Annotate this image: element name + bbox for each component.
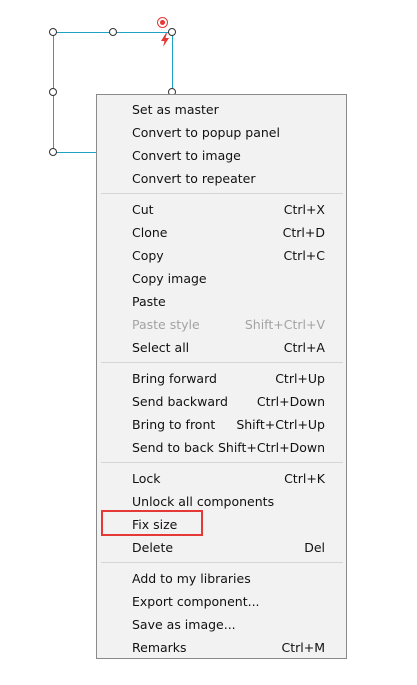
- menu-item-set-as-master[interactable]: Set as master: [97, 98, 346, 121]
- menu-item-label: Bring forward: [132, 371, 217, 386]
- menu-item-convert-to-popup-panel[interactable]: Convert to popup panel: [97, 121, 346, 144]
- menu-item-add-to-my-libraries[interactable]: Add to my libraries: [97, 567, 346, 590]
- menu-item-label: Select all: [132, 340, 190, 355]
- rotate-icon[interactable]: [157, 17, 168, 28]
- menu-item-label: Paste: [132, 294, 166, 309]
- menu-item-label: Convert to popup panel: [132, 125, 280, 140]
- menu-item-remarks[interactable]: Remarks Ctrl+M: [97, 636, 346, 659]
- menu-item-label: Delete: [132, 540, 174, 555]
- design-canvas[interactable]: Set as master Convert to popup panel Conve…: [0, 0, 417, 685]
- menu-item-label: Cut: [132, 202, 154, 217]
- menu-item-label: Add to my libraries: [132, 571, 251, 586]
- menu-item-clone[interactable]: Clone Ctrl+D: [97, 221, 346, 244]
- menu-item-shortcut: Ctrl+A: [283, 340, 325, 355]
- menu-separator: [101, 193, 343, 194]
- menu-item-shortcut: Ctrl+M: [281, 640, 326, 655]
- menu-item-paste[interactable]: Paste: [97, 290, 346, 313]
- menu-item-label: Bring to front: [132, 417, 216, 432]
- menu-item-shortcut: Ctrl+D: [282, 225, 325, 240]
- menu-item-label: Copy image: [132, 271, 207, 286]
- menu-item-label: Lock: [132, 471, 161, 486]
- fix-size-highlight-box: [101, 510, 203, 536]
- menu-item-label: Remarks: [132, 640, 187, 655]
- menu-item-convert-to-repeater[interactable]: Convert to repeater: [97, 167, 346, 190]
- menu-item-label: Copy: [132, 248, 164, 263]
- menu-item-label: Clone: [132, 225, 168, 240]
- menu-item-label: Send to back: [132, 440, 214, 455]
- menu-item-label: Save as image...: [132, 617, 236, 632]
- menu-item-shortcut: Ctrl+C: [283, 248, 325, 263]
- menu-item-copy-image[interactable]: Copy image: [97, 267, 346, 290]
- menu-item-copy[interactable]: Copy Ctrl+C: [97, 244, 346, 267]
- menu-item-cut[interactable]: Cut Ctrl+X: [97, 198, 346, 221]
- menu-separator: [101, 462, 343, 463]
- menu-item-shortcut: Del: [304, 540, 325, 555]
- menu-item-label: Paste style: [132, 317, 200, 332]
- menu-item-shortcut: Shift+Ctrl+Up: [236, 417, 325, 432]
- menu-item-convert-to-image[interactable]: Convert to image: [97, 144, 346, 167]
- resize-handle-middle-left[interactable]: [49, 88, 57, 96]
- menu-item-label: Convert to image: [132, 148, 241, 163]
- selection-frame-right: [172, 32, 173, 94]
- menu-item-lock[interactable]: Lock Ctrl+K: [97, 467, 346, 490]
- resize-handle-top-left[interactable]: [49, 28, 57, 36]
- context-menu: Set as master Convert to popup panel Conve…: [96, 94, 347, 659]
- menu-item-label: Send backward: [132, 394, 228, 409]
- menu-item-save-as-image[interactable]: Save as image...: [97, 613, 346, 636]
- menu-item-label: Export component...: [132, 594, 260, 609]
- menu-item-label: Set as master: [132, 102, 219, 117]
- menu-item-send-to-back[interactable]: Send to back Shift+Ctrl+Down: [97, 436, 346, 459]
- menu-item-paste-style: Paste style Shift+Ctrl+V: [97, 313, 346, 336]
- selection-frame-bottom: [53, 152, 97, 153]
- menu-item-bring-forward[interactable]: Bring forward Ctrl+Up: [97, 367, 346, 390]
- menu-item-shortcut: Ctrl+Up: [275, 371, 325, 386]
- menu-item-shortcut: Shift+Ctrl+V: [244, 317, 325, 332]
- resize-handle-top-middle[interactable]: [109, 28, 117, 36]
- menu-item-shortcut: Ctrl+Down: [256, 394, 325, 409]
- menu-item-shortcut: Ctrl+X: [283, 202, 325, 217]
- menu-item-delete[interactable]: Delete Del: [97, 536, 346, 559]
- lightning-icon[interactable]: [160, 33, 170, 47]
- menu-separator: [101, 362, 343, 363]
- menu-item-bring-to-front[interactable]: Bring to front Shift+Ctrl+Up: [97, 413, 346, 436]
- menu-item-send-backward[interactable]: Send backward Ctrl+Down: [97, 390, 346, 413]
- menu-separator: [101, 562, 343, 563]
- menu-item-shortcut: Ctrl+K: [284, 471, 325, 486]
- menu-item-select-all[interactable]: Select all Ctrl+A: [97, 336, 346, 359]
- menu-item-shortcut: Shift+Ctrl+Down: [217, 440, 325, 455]
- menu-item-label: Convert to repeater: [132, 171, 256, 186]
- resize-handle-bottom-left[interactable]: [49, 148, 57, 156]
- menu-item-export-component[interactable]: Export component...: [97, 590, 346, 613]
